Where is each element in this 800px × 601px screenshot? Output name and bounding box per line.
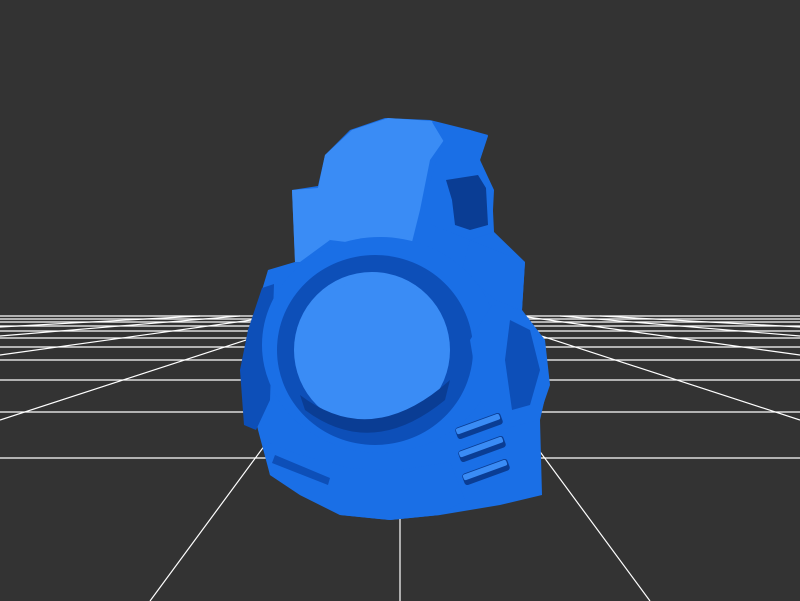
3d-scene[interactable] — [0, 0, 800, 601]
3d-viewport[interactable] — [0, 0, 800, 601]
armor-shoulder-pad-icon[interactable] — [240, 118, 550, 520]
